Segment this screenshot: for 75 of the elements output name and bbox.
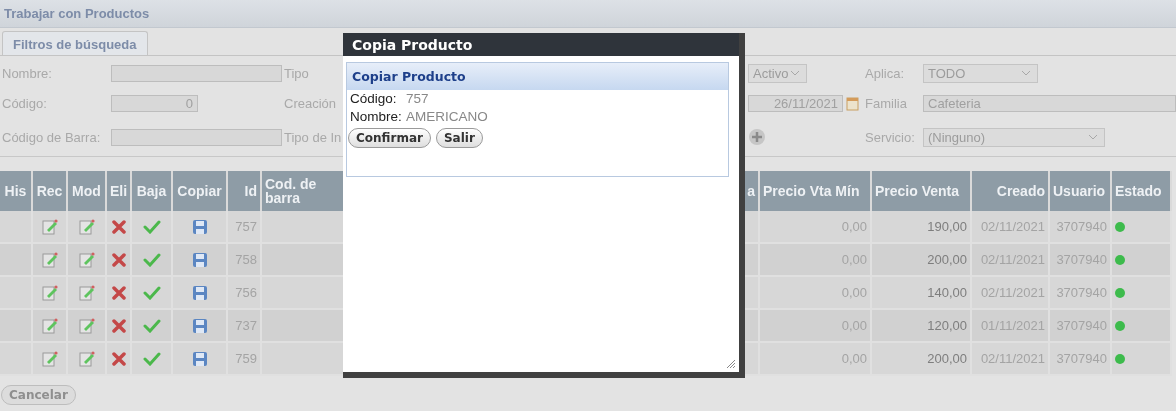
column-header: Copiar: [173, 171, 228, 211]
edit-icon[interactable]: [77, 250, 96, 269]
column-header: Estado: [1112, 171, 1172, 211]
type-select[interactable]: Activo: [748, 63, 807, 83]
column-header: Precio Vta Mín: [760, 171, 872, 211]
name-field[interactable]: [111, 64, 282, 82]
edit-icon[interactable]: [40, 316, 59, 335]
column-header: Mod: [68, 171, 107, 211]
check-icon[interactable]: [142, 351, 161, 366]
column-header: His: [0, 171, 33, 211]
edit-icon[interactable]: [40, 349, 59, 368]
service-select[interactable]: (Ninguno): [923, 127, 1105, 147]
chevron-down-icon: [790, 70, 800, 76]
table-cell: 120,00: [872, 310, 972, 343]
panel-title: Copiar Producto: [347, 63, 728, 90]
edit-icon[interactable]: [40, 250, 59, 269]
edit-icon[interactable]: [40, 217, 59, 236]
delete-icon[interactable]: [111, 219, 126, 234]
column-header: Usuario: [1050, 171, 1112, 211]
dialog-title: Copia Producto: [343, 33, 739, 56]
table-cell: 140,00: [872, 277, 972, 310]
column-header: Creado: [972, 171, 1050, 211]
delete-icon[interactable]: [111, 351, 126, 366]
exit-button[interactable]: Salir: [435, 128, 483, 148]
edit-icon[interactable]: [77, 316, 96, 335]
field-label: Código:: [1, 95, 47, 111]
add-icon[interactable]: [748, 128, 766, 146]
column-header: Eli: [107, 171, 132, 211]
check-icon[interactable]: [142, 318, 161, 333]
save-icon[interactable]: [191, 218, 208, 235]
field-label: Código:: [350, 90, 398, 108]
field-label: Nombre:: [350, 108, 403, 126]
column-header: Baja: [132, 171, 173, 211]
table-cell: 200,00: [872, 244, 972, 277]
save-icon[interactable]: [191, 251, 208, 268]
field-label: Tipo de In: [283, 129, 342, 145]
field-label: Tipo: [283, 65, 309, 81]
cancel-button[interactable]: Cancelar: [1, 385, 76, 405]
check-icon[interactable]: [142, 285, 161, 300]
table-cell: 190,00: [872, 211, 972, 244]
field-label: Nombre:: [1, 65, 52, 81]
check-icon[interactable]: [142, 219, 161, 234]
field-label: Creación: [283, 95, 337, 111]
calendar-icon[interactable]: [846, 95, 859, 111]
barcode-field[interactable]: [111, 128, 282, 146]
edit-icon[interactable]: [77, 349, 96, 368]
chevron-down-icon: [1088, 134, 1098, 140]
save-icon[interactable]: [191, 284, 208, 301]
field-label: Aplica:: [864, 65, 905, 81]
delete-icon[interactable]: [111, 318, 126, 333]
delete-icon[interactable]: [111, 252, 126, 267]
save-icon[interactable]: [191, 350, 208, 367]
column-header: Id: [228, 171, 262, 211]
edit-icon[interactable]: [77, 217, 96, 236]
edit-icon[interactable]: [77, 283, 96, 302]
delete-icon[interactable]: [111, 285, 126, 300]
column-header: Precio Venta: [872, 171, 972, 211]
filter-tab[interactable]: Filtros de búsqueda: [2, 31, 148, 55]
resize-grip-icon[interactable]: [726, 359, 736, 369]
family-field[interactable]: Cafeteria: [923, 94, 1176, 112]
field-label: Servicio:: [864, 129, 915, 145]
field-value: 757: [406, 90, 429, 108]
save-icon[interactable]: [191, 317, 208, 334]
confirm-button[interactable]: Confirmar: [348, 128, 431, 148]
edit-icon[interactable]: [40, 283, 59, 302]
field-value: AMERICANO: [406, 108, 488, 126]
check-icon[interactable]: [142, 252, 161, 267]
chevron-down-icon: [1021, 70, 1031, 76]
field-label: Código de Barra:: [1, 129, 101, 145]
table-cell: 200,00: [872, 343, 972, 376]
applies-select[interactable]: TODO: [923, 63, 1038, 83]
date-field[interactable]: 26/11/2021: [748, 94, 843, 112]
field-label: Familia: [864, 95, 907, 111]
column-header: Rec: [33, 171, 68, 211]
page-title: Trabajar con Productos: [0, 0, 1176, 28]
